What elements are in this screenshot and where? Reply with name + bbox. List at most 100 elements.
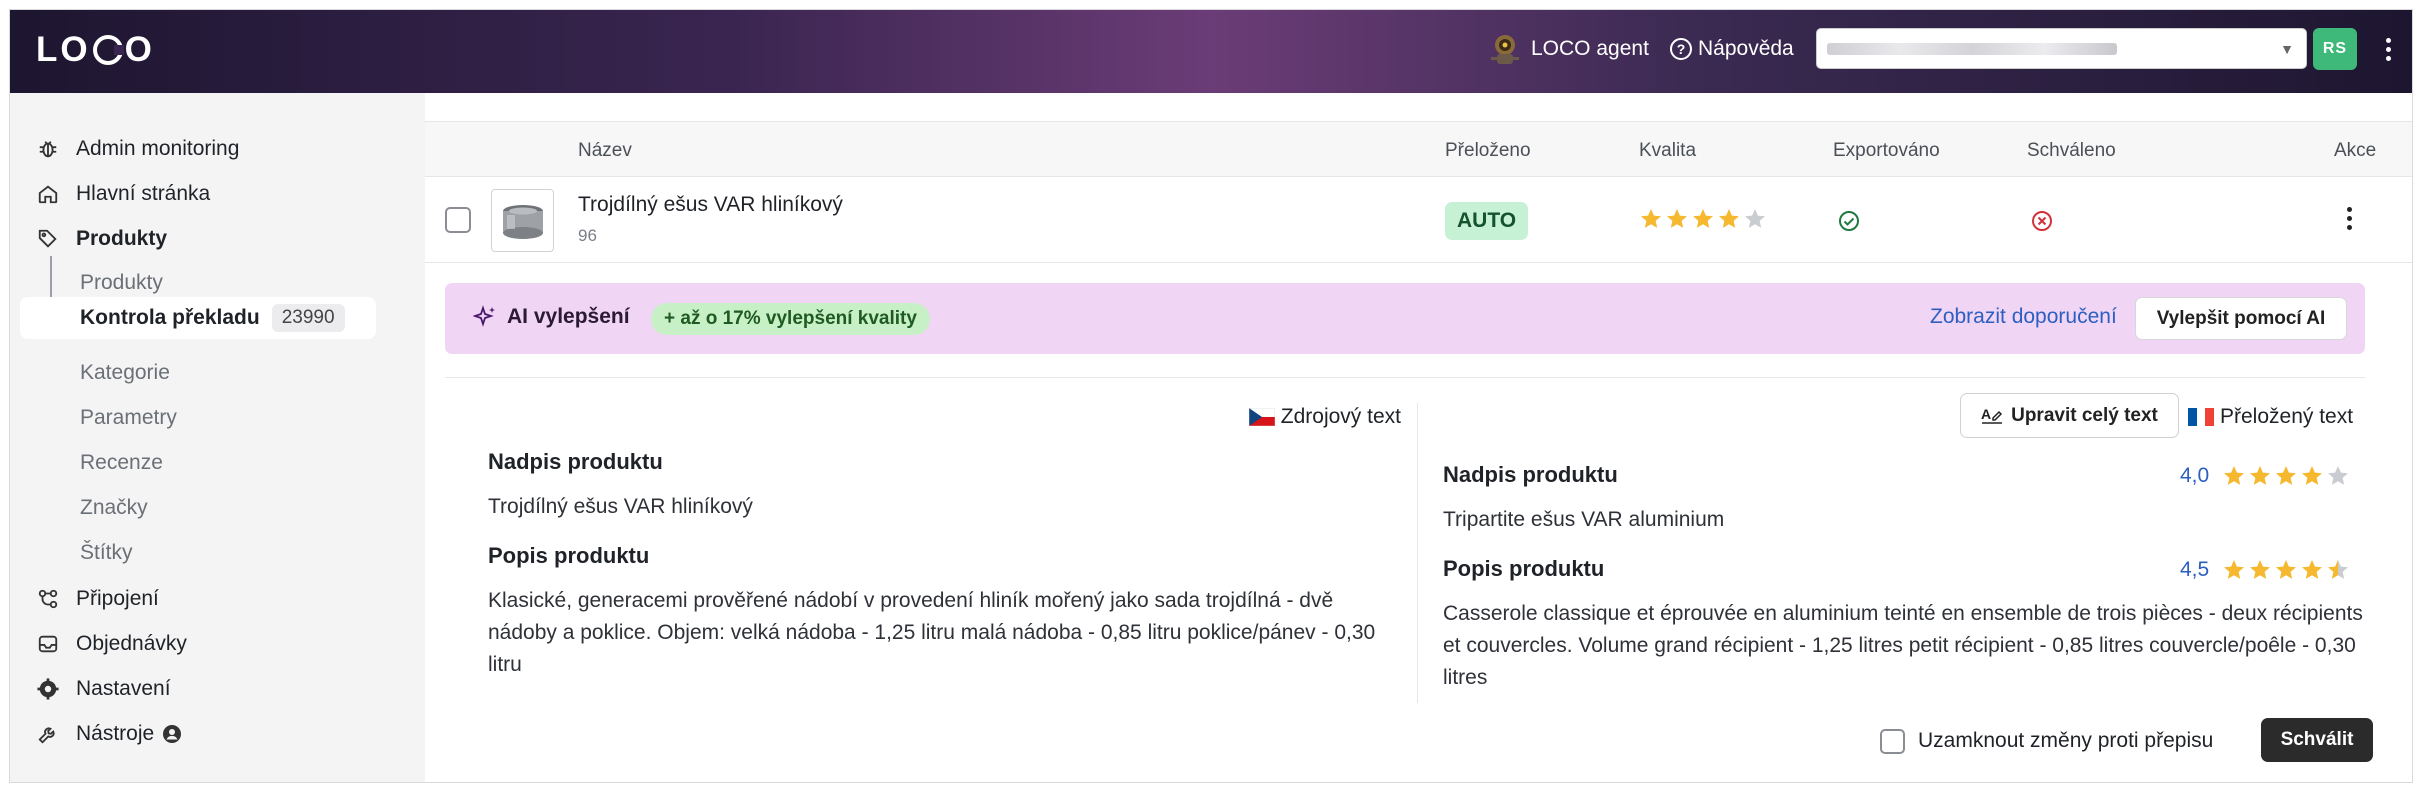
agent-label: LOCO agent xyxy=(1531,37,1649,60)
star-icon xyxy=(1693,209,1713,228)
heading-score: 4,0 xyxy=(2180,464,2210,487)
sidebar-item-label: Produkty xyxy=(76,227,168,250)
help-link[interactable]: ? Nápověda xyxy=(1670,28,1794,70)
french-flag-icon xyxy=(2188,408,2214,426)
czech-flag-icon xyxy=(1248,408,1275,426)
star-icon xyxy=(2302,560,2322,579)
lock-changes-checkbox[interactable] xyxy=(1880,729,1905,754)
logo-lo: LO xyxy=(36,30,91,69)
sidebar-item-label: Admin monitoring xyxy=(76,137,240,160)
ai-quality-pill: + až o 17% vylepšení kvality xyxy=(651,303,930,335)
bug-icon xyxy=(36,137,60,161)
lock-changes-label[interactable]: Uzamknout změny proti přepisu xyxy=(1918,729,2213,753)
pot-image xyxy=(502,204,543,239)
ai-improvement-banner: AI vylepšení + až o 17% vylepšení kvalit… xyxy=(445,283,2365,354)
chevron-down-icon: ▼ xyxy=(2280,41,2294,57)
translation-desc-title: Popis produktu xyxy=(1443,556,1605,581)
edit-text-icon: A xyxy=(1981,406,2003,424)
divider xyxy=(445,377,2365,378)
translated-text-label: Přeložený text xyxy=(2188,405,2353,429)
sidebar-subitem-categories[interactable]: Kategorie xyxy=(80,358,170,388)
sidebar-item-label: Objednávky xyxy=(76,632,187,655)
dot-icon xyxy=(2347,225,2352,230)
sidebar-item-tools[interactable]: Nástroje xyxy=(36,719,182,749)
sidebar-item-settings[interactable]: Nastavení xyxy=(36,674,171,704)
sidebar-subitem-brands[interactable]: Značky xyxy=(80,493,148,523)
row-actions-button[interactable] xyxy=(2347,207,2352,230)
product-thumbnail[interactable] xyxy=(491,189,554,252)
star-icon xyxy=(2224,466,2244,485)
sidebar: Admin monitoring Hlavní stránka Produkty… xyxy=(10,93,385,782)
star-icon xyxy=(1719,209,1739,228)
star-icon xyxy=(2328,560,2348,579)
show-recommendation-link[interactable]: Zobrazit doporučení xyxy=(1930,305,2117,329)
star-icon xyxy=(2302,466,2322,485)
robot-agent-icon xyxy=(1491,35,1519,64)
product-name[interactable]: Trojdílný ešus VAR hliníkový xyxy=(578,193,843,217)
sidebar-item-label: Hlavní stránka xyxy=(76,182,211,205)
source-heading-title: Nadpis produktu xyxy=(488,449,663,474)
translation-heading-title: Nadpis produktu xyxy=(1443,462,1618,487)
sidebar-item-orders[interactable]: Objednávky xyxy=(36,629,187,659)
column-header-approved[interactable]: Schváleno xyxy=(2027,140,2116,162)
sparkles-icon xyxy=(473,305,495,327)
column-header-translated[interactable]: Přeloženo xyxy=(1445,140,1531,162)
help-label: Nápověda xyxy=(1698,37,1794,60)
table-row[interactable]: Trojdílný ešus VAR hliníkový 96 AUTO xyxy=(425,177,2412,263)
dot-icon xyxy=(2385,46,2391,52)
sidebar-subitem-parameters[interactable]: Parametry xyxy=(80,403,177,433)
sidebar-item-connections[interactable]: Připojení xyxy=(36,584,159,614)
check-circle-icon xyxy=(1839,211,1859,231)
sidebar-subitem-reviews[interactable]: Recenze xyxy=(80,448,163,478)
source-text-label: Zdrojový text xyxy=(1248,405,1401,429)
tag-icon xyxy=(36,227,60,251)
user-circle-icon xyxy=(163,725,182,743)
translation-heading-text: Tripartite ešus VAR aluminium xyxy=(1443,508,1725,531)
svg-text:A: A xyxy=(1981,406,1991,422)
main-panel: Název Přeloženo Kvalita Exportováno Schv… xyxy=(425,93,2412,782)
improve-with-ai-button[interactable]: Vylepšit pomocí AI xyxy=(2135,297,2347,340)
sidebar-subitem-labels[interactable]: Štítky xyxy=(80,538,133,568)
app-window: LO O LOCO agent ? Nápověda ▼ RS Admin mo… xyxy=(9,9,2413,783)
star-icon xyxy=(2250,560,2270,579)
sidebar-item-products[interactable]: Produkty xyxy=(36,224,167,254)
more-menu-button[interactable] xyxy=(2370,28,2406,70)
ai-title: AI vylepšení xyxy=(473,305,630,329)
sidebar-item-home[interactable]: Hlavní stránka xyxy=(36,179,210,209)
edit-full-text-button[interactable]: A Upravit celý text xyxy=(1960,393,2179,438)
dot-icon xyxy=(2347,207,2352,212)
sidebar-item-label: Nastavení xyxy=(76,677,171,700)
row-checkbox[interactable] xyxy=(445,207,471,233)
redacted-value xyxy=(1827,43,2117,55)
dot-icon xyxy=(2385,55,2391,61)
approve-button[interactable]: Schválit xyxy=(2261,718,2373,762)
inbox-icon xyxy=(36,632,60,656)
question-circle-icon: ? xyxy=(1670,38,1692,60)
sidebar-subitem-translation-review[interactable]: Kontrola překladu 23990 xyxy=(80,303,345,333)
translation-desc-text: Casserole classique et éprouvée en alumi… xyxy=(1443,602,2363,689)
source-label-text: Zdrojový text xyxy=(1280,405,1401,428)
sidebar-item-label: Nástroje xyxy=(76,722,155,745)
column-header-actions: Akce xyxy=(2334,140,2377,161)
star-icon xyxy=(2276,466,2296,485)
column-header-exported[interactable]: Exportováno xyxy=(1833,140,1940,162)
ai-title-label: AI vylepšení xyxy=(507,305,630,328)
sidebar-item-admin-monitoring[interactable]: Admin monitoring xyxy=(36,134,239,164)
product-id: 96 xyxy=(578,226,597,245)
translated-badge: AUTO xyxy=(1445,202,1529,240)
user-avatar[interactable]: RS xyxy=(2313,28,2357,70)
source-desc-text: Klasické, generacemi prověřené nádobí v … xyxy=(488,589,1376,676)
loco-logo[interactable]: LO O xyxy=(36,30,155,69)
column-header-name[interactable]: Název xyxy=(578,140,632,162)
star-icon xyxy=(1641,209,1661,228)
column-header-quality[interactable]: Kvalita xyxy=(1639,140,1696,162)
wrench-icon xyxy=(36,722,60,746)
logo-o: O xyxy=(124,30,155,69)
star-icon xyxy=(2250,466,2270,485)
edit-button-label: Upravit celý text xyxy=(2011,404,2158,426)
star-icon xyxy=(2224,560,2244,579)
project-select[interactable]: ▼ xyxy=(1816,28,2307,69)
sidebar-subitem-products[interactable]: Produkty xyxy=(80,268,163,298)
loco-agent-button[interactable]: LOCO agent xyxy=(1485,28,1649,70)
connections-icon xyxy=(36,587,60,611)
